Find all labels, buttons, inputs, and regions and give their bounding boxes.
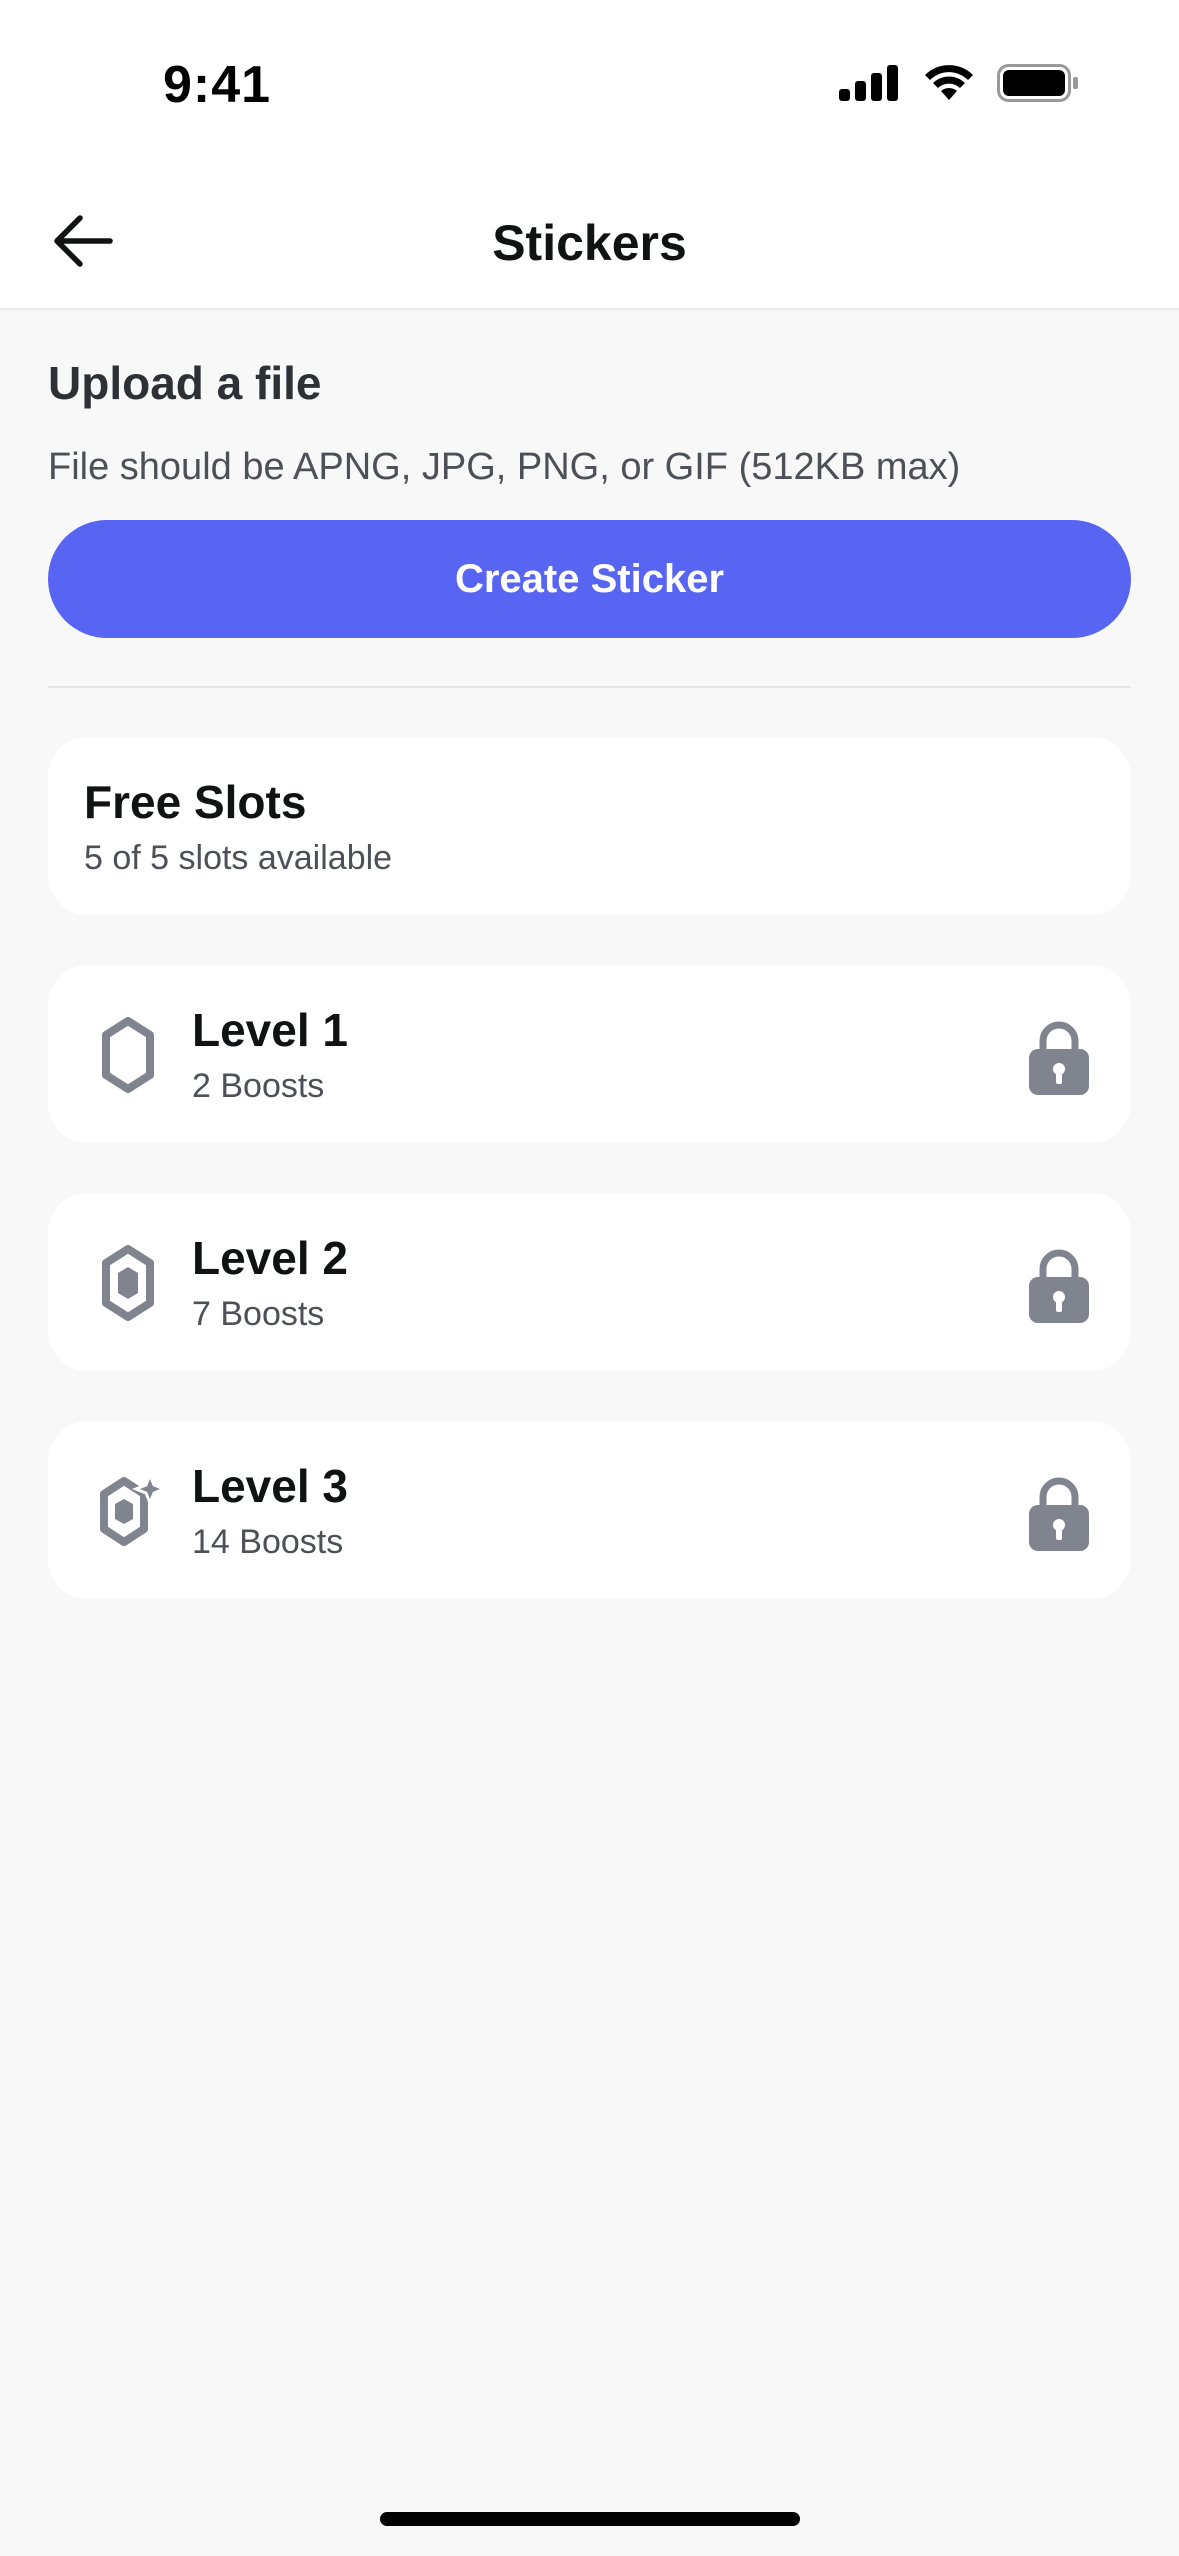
battery-icon bbox=[997, 64, 1078, 102]
home-indicator bbox=[380, 2512, 800, 2526]
level-3-card[interactable]: Level 3 14 Boosts bbox=[48, 1421, 1131, 1599]
wifi-icon bbox=[925, 65, 973, 100]
create-sticker-button[interactable]: Create Sticker bbox=[48, 520, 1131, 638]
boost-gem-level-2-icon bbox=[102, 1245, 154, 1321]
page-title: Stickers bbox=[492, 215, 687, 271]
level-subtitle: 2 Boosts bbox=[192, 1067, 325, 1105]
level-title: Level 3 bbox=[192, 1460, 348, 1512]
level-subtitle: 7 Boosts bbox=[192, 1295, 325, 1333]
status-icons bbox=[839, 64, 1079, 102]
signal-icon bbox=[839, 65, 898, 101]
free-slots-card: Free Slots 5 of 5 slots available bbox=[48, 737, 1131, 915]
free-slots-subtitle: 5 of 5 slots available bbox=[84, 839, 393, 877]
lock-icon bbox=[1029, 1477, 1089, 1551]
boost-gem-level-1-icon bbox=[102, 1017, 154, 1093]
free-slots-title: Free Slots bbox=[84, 776, 307, 828]
status-bar: 9:41 bbox=[0, 0, 1179, 170]
level-title: Level 1 bbox=[192, 1004, 348, 1056]
level-2-card[interactable]: Level 2 7 Boosts bbox=[48, 1193, 1131, 1371]
divider bbox=[48, 686, 1131, 688]
boost-gem-level-3-icon bbox=[100, 1471, 168, 1546]
level-1-card[interactable]: Level 1 2 Boosts bbox=[48, 965, 1131, 1143]
level-subtitle: 14 Boosts bbox=[192, 1523, 344, 1561]
upload-heading: Upload a file bbox=[48, 357, 322, 409]
status-time: 9:41 bbox=[163, 56, 272, 114]
upload-description: File should be APNG, JPG, PNG, or GIF (5… bbox=[48, 446, 961, 488]
lock-icon bbox=[1029, 1021, 1089, 1095]
header: Stickers bbox=[0, 170, 1179, 310]
level-title: Level 2 bbox=[192, 1232, 348, 1284]
lock-icon bbox=[1029, 1249, 1089, 1323]
